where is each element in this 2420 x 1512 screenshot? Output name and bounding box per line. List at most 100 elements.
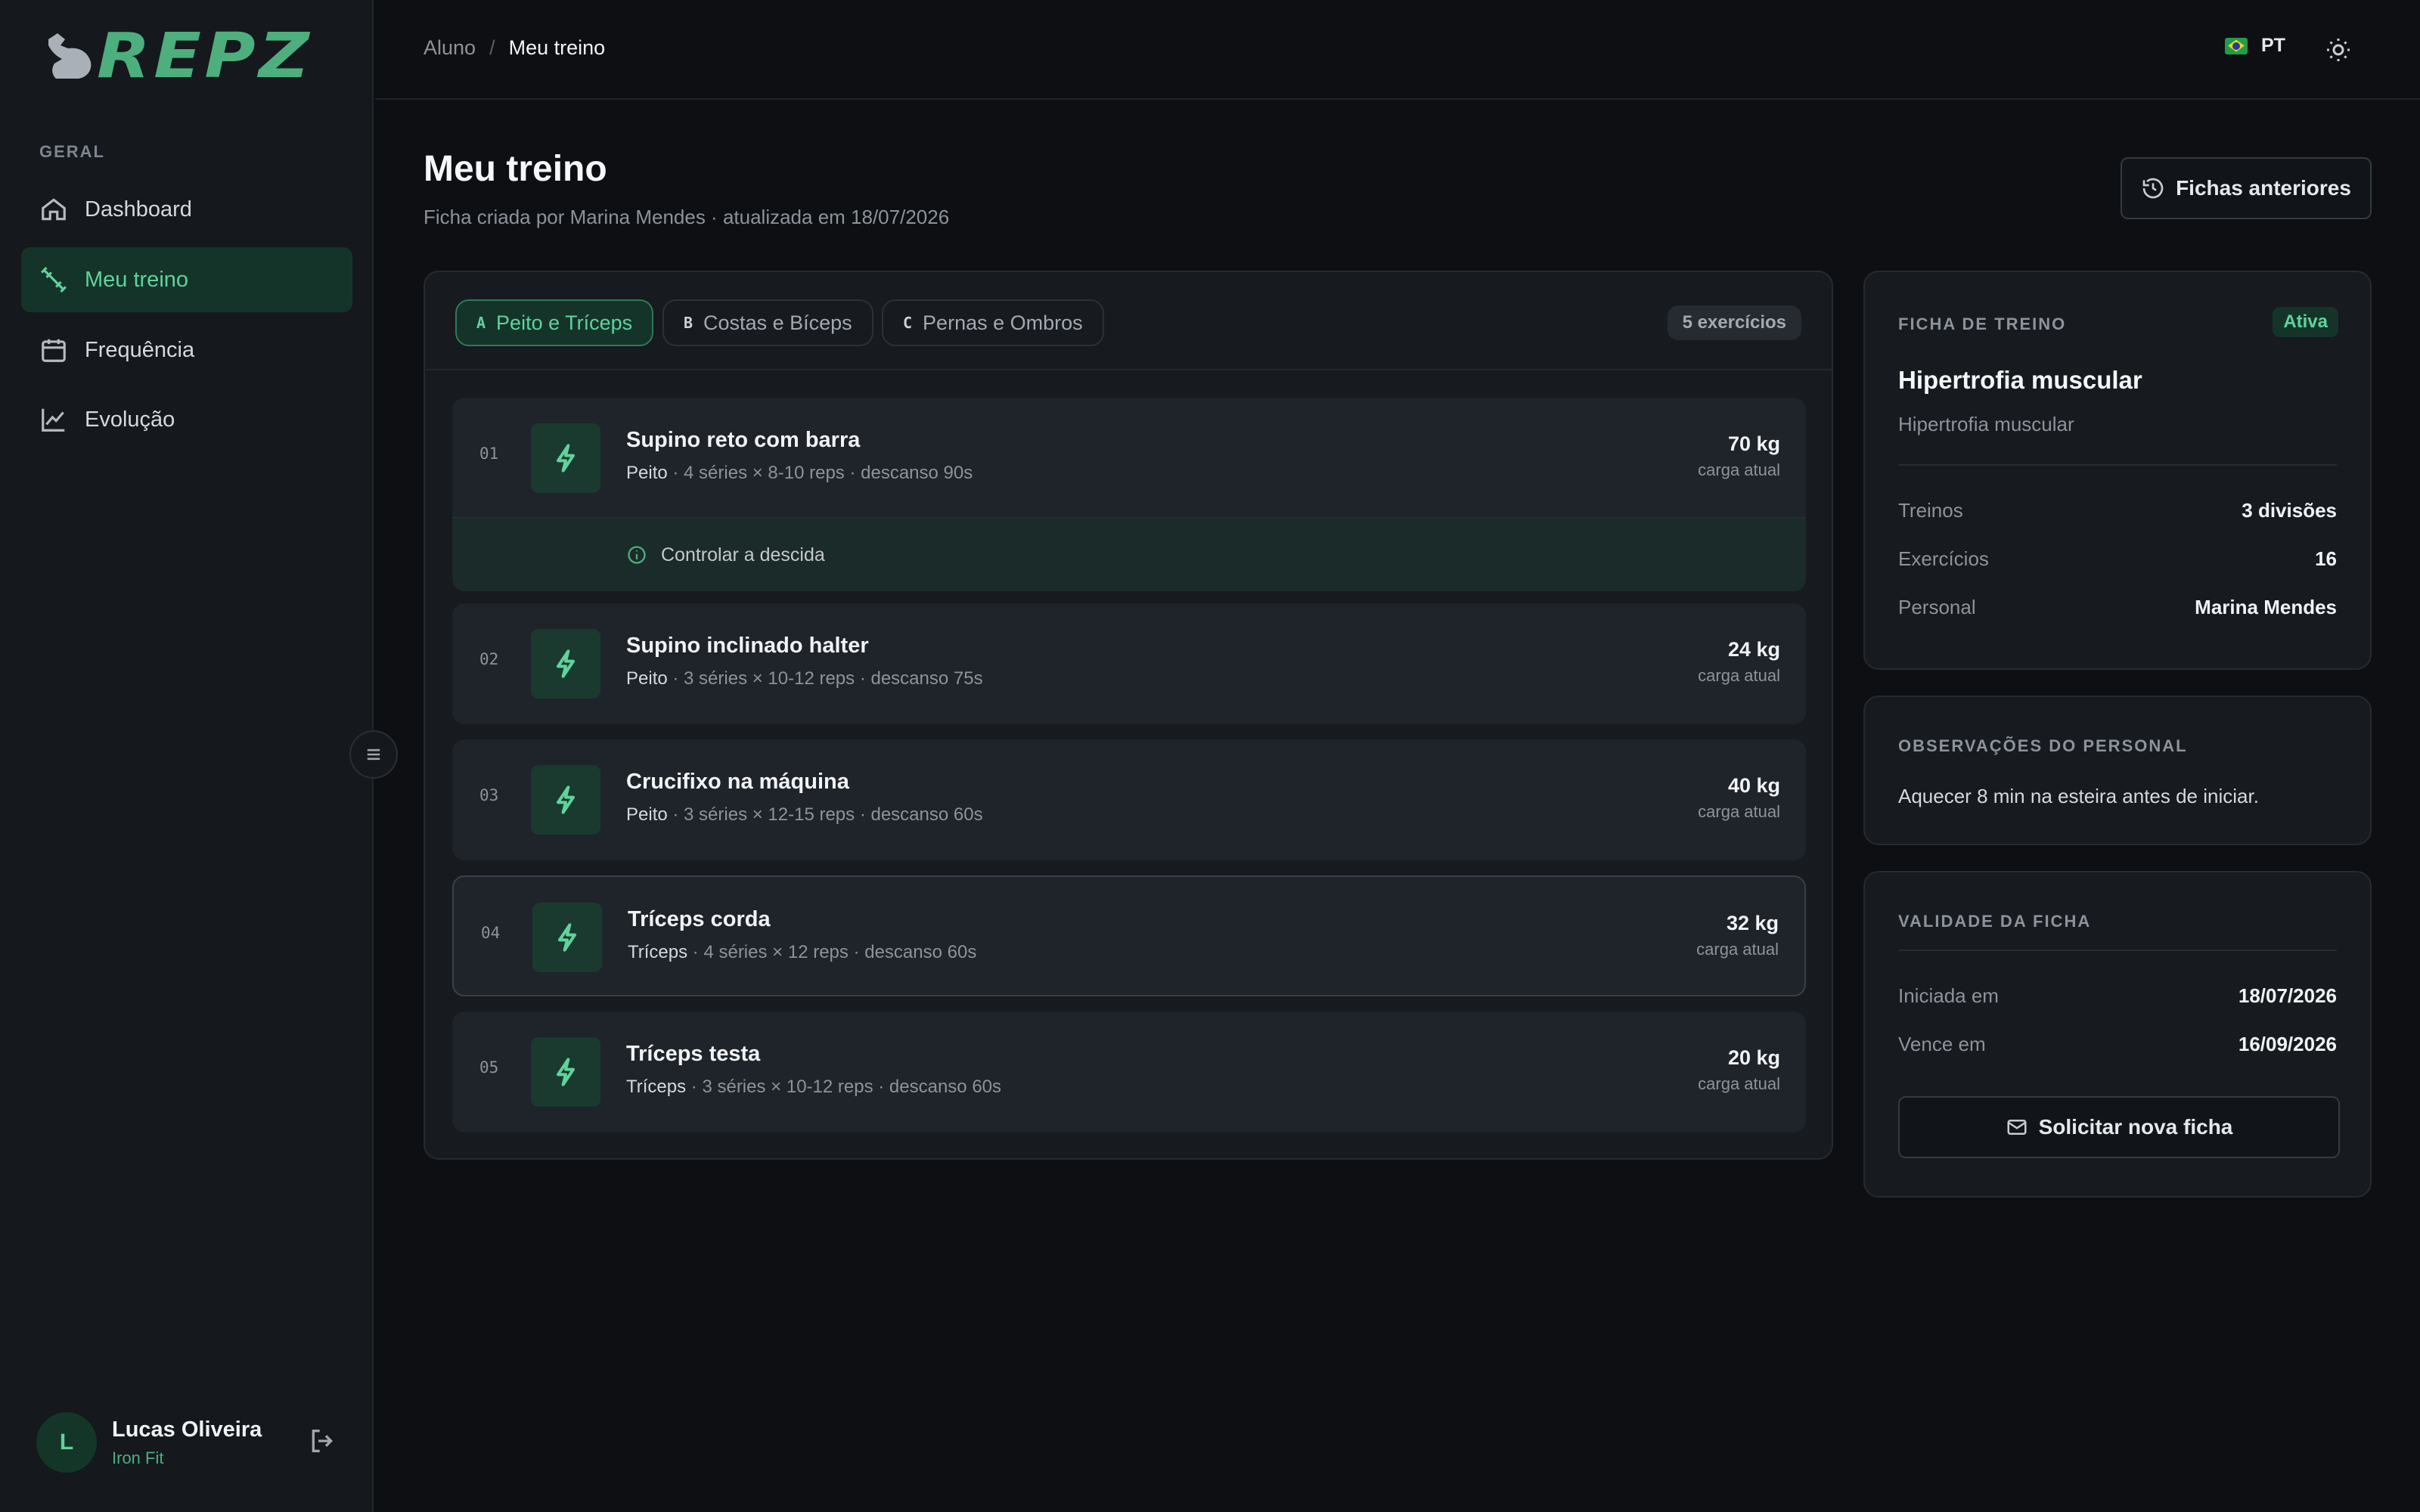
row-value: 3 divisões	[2242, 499, 2337, 522]
exercise-icon-box	[531, 629, 600, 699]
observations-heading: OBSERVAÇÕES DO PERSONAL	[1898, 736, 2188, 755]
tab-label: Costas e Bíceps	[703, 311, 852, 334]
logout-button[interactable]	[307, 1426, 337, 1456]
user-name: Lucas Oliveira	[112, 1417, 262, 1442]
exercise-row[interactable]: 05 Tríceps testa Tríceps · 3 séries × 10…	[452, 1012, 1806, 1132]
load-value: 32 kg	[1726, 912, 1779, 934]
calendar-icon	[42, 339, 66, 362]
exercise-number: 01	[479, 445, 499, 463]
tab-treino-a[interactable]: A Peito e Tríceps	[455, 299, 654, 346]
sidebar-item-meu-treino[interactable]: Meu treino	[21, 247, 352, 312]
sidebar-collapse-button[interactable]	[349, 730, 398, 779]
lightning-icon	[557, 649, 575, 678]
lightning-icon	[558, 923, 576, 952]
user-gym: Iron Fit	[112, 1448, 164, 1467]
sidebar-item-label: Meu treino	[85, 267, 189, 292]
exercise-muscle: Peito	[626, 668, 668, 689]
home-icon	[42, 198, 66, 221]
exercise-number: 02	[479, 650, 499, 668]
load-label: carga atual	[1696, 940, 1779, 959]
tab-label: Peito e Tríceps	[496, 311, 633, 334]
breadcrumb-separator: /	[489, 36, 495, 59]
plan-card: FICHA DE TREINO Ativa Hipertrofia muscul…	[1863, 271, 2372, 670]
request-new-plan-label: Solicitar nova ficha	[2038, 1115, 2233, 1139]
exercise-row[interactable]: 01 Supino reto com barra Peito · 4 série…	[452, 398, 1806, 591]
tab-treino-c[interactable]: C Pernas e Ombros	[882, 299, 1104, 346]
plan-title: Hipertrofia muscular	[1898, 366, 2142, 394]
breadcrumb: Aluno / Meu treino	[424, 36, 605, 60]
load-label: carga atual	[1698, 1074, 1780, 1093]
exercise-name: Tríceps corda	[628, 907, 771, 931]
user-profile[interactable]: L Lucas Oliveira Iron Fit	[36, 1412, 262, 1473]
breadcrumb-item-aluno[interactable]: Aluno	[424, 36, 476, 60]
language-selector[interactable]: PT	[2225, 35, 2285, 57]
page-title: Meu treino	[424, 149, 607, 189]
plan-row-exercicios: Exercícios 16	[1898, 547, 2337, 571]
language-code: PT	[2261, 35, 2285, 56]
theme-toggle-button[interactable]	[2325, 36, 2352, 64]
validity-row-start: Iniciada em 18/07/2026	[1898, 984, 2337, 1008]
exercise-detail: · 3 séries × 10-12 reps · descanso 60s	[686, 1077, 1002, 1097]
row-key: Treinos	[1898, 499, 1963, 522]
load-label: carga atual	[1698, 460, 1780, 479]
tab-key: A	[476, 314, 486, 332]
page-subtitle: Ficha criada por Marina Mendes · atualiz…	[424, 206, 950, 228]
plan-row-personal: Personal Marina Mendes	[1898, 596, 2337, 619]
lightning-icon	[557, 1058, 575, 1086]
avatar: L	[36, 1412, 97, 1473]
exercise-count-badge: 5 exercícios	[1667, 305, 1801, 340]
status-badge: Ativa	[2273, 307, 2338, 337]
previous-plans-button[interactable]: Fichas anteriores	[2121, 157, 2372, 219]
app-name: REPZ	[97, 20, 313, 92]
mail-icon	[2007, 1120, 2027, 1135]
exercise-row[interactable]: 03 Crucifixo na máquina Peito · 3 séries…	[452, 739, 1806, 860]
workout-card: A Peito e Tríceps B Costas e Bíceps C Pe…	[424, 271, 1833, 1160]
plan-goal: Hipertrofia muscular	[1898, 413, 2074, 435]
tab-label: Pernas e Ombros	[923, 311, 1083, 334]
sidebar-item-evolucao[interactable]: Evolução	[21, 387, 352, 452]
app-logo[interactable]: REPZ	[42, 26, 309, 88]
sidebar-item-label: Frequência	[85, 337, 195, 362]
row-value: 18/07/2026	[2238, 984, 2337, 1007]
exercise-row[interactable]: 02 Supino inclinado halter Peito · 3 sér…	[452, 603, 1806, 724]
exercise-icon-box	[531, 1037, 600, 1107]
menu-icon	[367, 748, 380, 761]
exercise-name: Supino inclinado halter	[626, 634, 869, 658]
request-new-plan-button[interactable]: Solicitar nova ficha	[1898, 1096, 2340, 1158]
validity-row-end: Vence em 16/09/2026	[1898, 1033, 2337, 1056]
exercise-detail: · 3 séries × 10-12 reps · descanso 75s	[667, 668, 983, 689]
exercise-meta: Peito · 3 séries × 12-15 reps · descanso…	[626, 804, 983, 826]
exercise-note: Controlar a descida	[452, 517, 1806, 591]
exercise-detail: · 3 séries × 12-15 reps · descanso 60s	[667, 804, 983, 825]
topbar: Aluno / Meu treino PT	[375, 0, 2420, 100]
info-icon	[628, 546, 646, 564]
row-value: 16/09/2026	[2238, 1033, 2337, 1055]
exercise-load: 20 kg carga atual	[1698, 1046, 1780, 1094]
exercise-icon-box	[531, 423, 600, 493]
history-icon	[2142, 178, 2164, 199]
load-label: carga atual	[1698, 802, 1780, 821]
flexed-arm-icon	[48, 33, 92, 79]
exercise-number: 03	[479, 786, 499, 804]
sidebar-item-frequencia[interactable]: Frequência	[21, 318, 352, 383]
sidebar-item-dashboard[interactable]: Dashboard	[21, 177, 352, 242]
load-value: 24 kg	[1727, 638, 1780, 661]
row-value: 16	[2315, 547, 2337, 570]
sidebar-item-label: Dashboard	[85, 197, 192, 222]
row-key: Exercícios	[1898, 547, 1989, 570]
exercise-meta: Peito · 3 séries × 10-12 reps · descanso…	[626, 668, 983, 689]
row-value: Marina Mendes	[2195, 596, 2337, 618]
exercise-meta: Tríceps · 3 séries × 10-12 reps · descan…	[626, 1077, 1001, 1098]
tab-key: B	[684, 314, 693, 332]
exercise-load: 24 kg carga atual	[1698, 638, 1780, 686]
plan-row-treinos: Treinos 3 divisões	[1898, 499, 2337, 522]
dumbbell-icon	[41, 267, 67, 293]
exercise-row[interactable]: 04 Tríceps corda Tríceps · 4 séries × 12…	[452, 875, 1806, 996]
exercise-muscle: Tríceps	[626, 1077, 687, 1097]
exercise-icon-box	[532, 903, 602, 972]
workout-tabs: A Peito e Tríceps B Costas e Bíceps C Pe…	[425, 272, 1832, 370]
exercise-load: 70 kg carga atual	[1698, 432, 1780, 480]
exercise-name: Tríceps testa	[626, 1042, 761, 1066]
tab-treino-b[interactable]: B Costas e Bíceps	[662, 299, 873, 346]
lightning-icon	[557, 785, 575, 814]
